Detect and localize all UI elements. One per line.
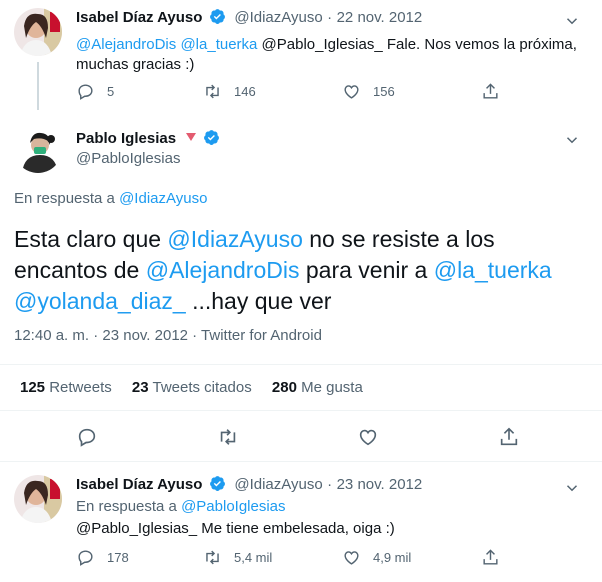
divider: [0, 461, 602, 462]
mention-link[interactable]: @IdiazAyuso: [167, 226, 302, 252]
mention-link[interactable]: @la_tuerka: [434, 257, 552, 283]
main-tweet-text: Esta claro que @IdiazAyuso no se resiste…: [14, 224, 584, 317]
share-button[interactable]: [481, 82, 500, 101]
author-handle[interactable]: @IdiazAyuso: [234, 476, 322, 493]
reply-button[interactable]: 5: [76, 82, 114, 101]
tweet-text: para venir a: [299, 257, 434, 283]
share-icon: [483, 83, 498, 99]
more-icon[interactable]: [563, 12, 581, 35]
like-icon: [344, 551, 359, 565]
verified-icon: [204, 130, 219, 145]
reply-to-link[interactable]: @IdiazAyuso: [119, 190, 207, 207]
author-name[interactable]: Isabel Díaz Ayuso: [76, 476, 202, 493]
stat-likes[interactable]: 280 Me gusta: [272, 379, 363, 396]
stat-label: Retweets: [49, 379, 112, 396]
like-count: 156: [373, 84, 395, 99]
tweet-date[interactable]: 22 nov. 2012: [337, 9, 423, 26]
stat-number: 23: [131, 379, 149, 396]
avatar-pablo[interactable]: [14, 125, 62, 173]
tweet3-header: Isabel Díaz Ayuso @IdiazAyuso · 23 nov. …: [76, 475, 422, 494]
tweet-date[interactable]: 23 nov. 2012: [337, 476, 423, 493]
more-icon[interactable]: [563, 131, 581, 154]
share-icon: [500, 427, 518, 446]
author-name[interactable]: Pablo Iglesias: [76, 130, 176, 147]
reply-context: En respuesta a @IdiazAyuso: [14, 190, 207, 207]
separator-dot: ·: [327, 476, 333, 493]
retweet-count: 146: [234, 84, 256, 99]
stat-number: 280: [271, 379, 297, 396]
mention-link[interactable]: @yolanda_diaz_: [14, 288, 186, 314]
reply-button[interactable]: [76, 426, 98, 453]
retweet-icon: [220, 429, 236, 445]
stat-label: Tweets citados: [152, 379, 252, 396]
thread-line: [37, 62, 39, 110]
share-icon: [483, 549, 498, 565]
stat-label: Me gusta: [301, 379, 363, 396]
like-icon: [344, 85, 359, 99]
retweet-icon: [206, 550, 219, 565]
reply-count: 5: [107, 84, 115, 99]
stat-number: 125: [20, 379, 46, 396]
reply-prefix: En respuesta a: [76, 498, 177, 515]
verified-icon: [209, 9, 225, 24]
mention-link[interactable]: @AlejandroDis: [146, 257, 300, 283]
reply-icon: [78, 84, 93, 100]
reply-context: En respuesta a @PabloIglesias: [76, 498, 286, 515]
reply-icon: [78, 550, 93, 566]
stat-quotes[interactable]: 23 Tweets citados: [132, 379, 252, 396]
tweet-meta[interactable]: 12:40 a. m. · 23 nov. 2012 · Twitter for…: [14, 327, 322, 344]
like-button[interactable]: 4,9 mil: [342, 548, 411, 567]
reply-to-link[interactable]: @PabloIglesias: [181, 498, 285, 515]
retweet-button[interactable]: [217, 426, 239, 453]
mention-link[interactable]: @AlejandroDis: [76, 36, 176, 53]
mention-link[interactable]: @la_tuerka: [180, 36, 257, 53]
separator-dot: ·: [327, 9, 333, 26]
divider: [0, 410, 602, 411]
like-button[interactable]: 156: [342, 82, 395, 101]
engagement-stats: 125 Retweets 23 Tweets citados 280 Me gu…: [20, 379, 363, 396]
tweet1-header: Isabel Díaz Ayuso @IdiazAyuso · 22 nov. …: [76, 8, 422, 27]
reply-icon: [78, 428, 96, 447]
share-button[interactable]: [498, 426, 520, 453]
like-count: 4,9 mil: [373, 550, 412, 565]
like-button[interactable]: [357, 426, 379, 453]
reply-count: 178: [107, 550, 129, 565]
reply-prefix: En respuesta a: [14, 190, 115, 207]
triangle-badge-icon: [185, 133, 196, 141]
author-name[interactable]: Isabel Díaz Ayuso: [76, 9, 202, 26]
divider: [0, 364, 602, 365]
main-header: Pablo Iglesias: [76, 129, 220, 148]
reply-button[interactable]: 178: [76, 548, 129, 567]
author-handle[interactable]: @PabloIglesias: [76, 150, 180, 167]
avatar-isabel[interactable]: [14, 475, 62, 523]
more-icon[interactable]: [563, 479, 581, 502]
like-icon: [359, 429, 377, 446]
author-handle[interactable]: @IdiazAyuso: [234, 9, 322, 26]
tweet-text: ...hay que ver: [185, 288, 332, 314]
retweet-count: 5,4 mil: [234, 550, 273, 565]
retweet-button[interactable]: 5,4 mil: [203, 548, 272, 567]
share-button[interactable]: [481, 548, 500, 567]
avatar-isabel[interactable]: [14, 8, 62, 56]
retweet-icon: [206, 84, 219, 99]
tweet1-text: @AlejandroDis @la_tuerka @Pablo_Iglesias…: [76, 35, 586, 75]
stat-retweets[interactable]: 125 Retweets: [20, 379, 112, 396]
verified-icon: [209, 476, 225, 491]
tweet-text: @Pablo_Iglesias_ Me tiene embelesada, oi…: [76, 520, 395, 537]
tweet-text: Esta claro que: [14, 226, 168, 252]
retweet-button[interactable]: 146: [203, 82, 256, 101]
